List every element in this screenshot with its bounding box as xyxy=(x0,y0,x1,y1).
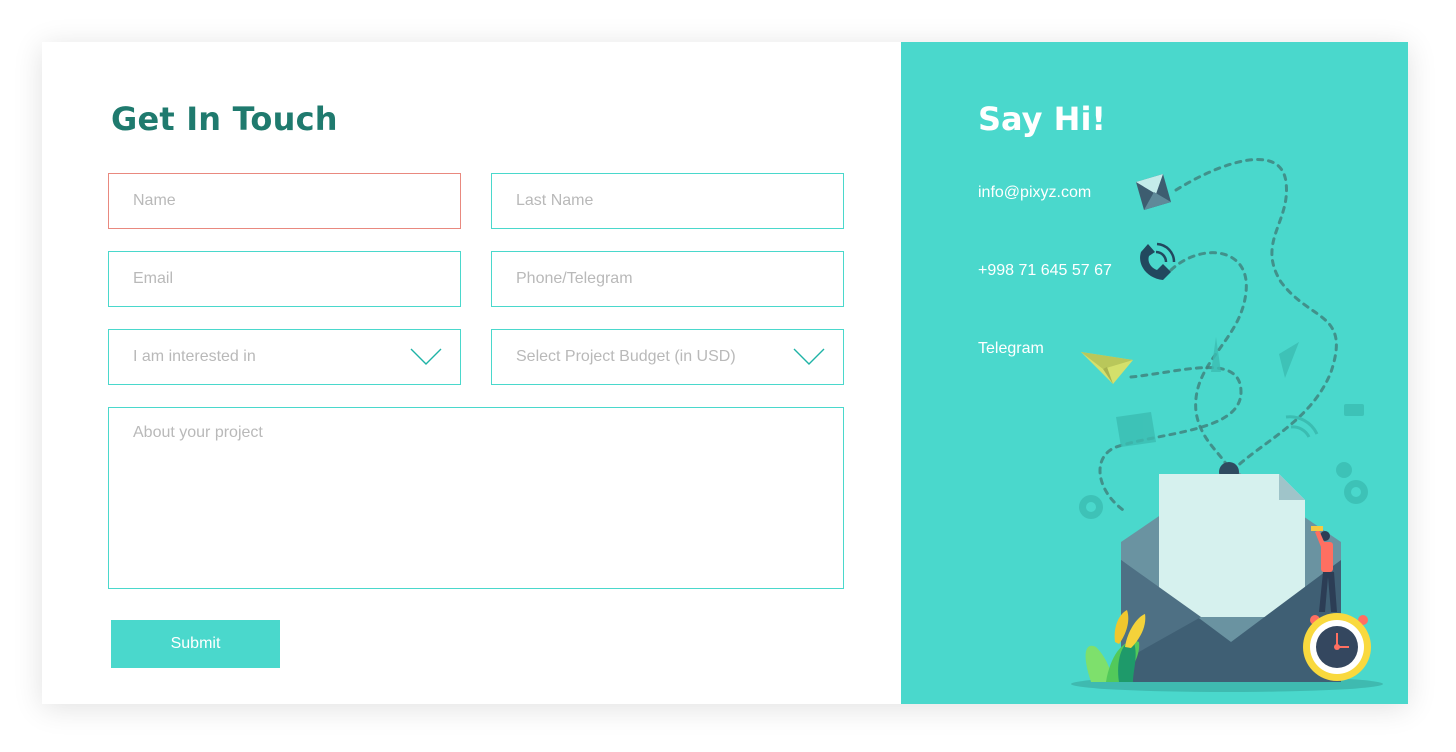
interest-select[interactable]: I am interested in xyxy=(108,329,461,385)
chevron-down-icon xyxy=(793,348,825,365)
contact-card: Get In Touch I am interested in Select P… xyxy=(42,42,1408,704)
say-hi-panel: Say Hi! info@pixyz.com +998 71 645 57 67… xyxy=(901,42,1408,704)
budget-select-label: Select Project Budget (in USD) xyxy=(516,348,736,365)
name-field-wrapper xyxy=(108,173,461,229)
last-name-field-wrapper xyxy=(491,173,844,229)
name-input[interactable] xyxy=(133,174,460,228)
email-field-wrapper xyxy=(108,251,461,307)
form-title: Get In Touch xyxy=(111,100,338,138)
submit-button[interactable]: Submit xyxy=(111,620,280,668)
email-input[interactable] xyxy=(133,252,460,306)
paper-plane-icon xyxy=(1081,352,1133,384)
last-name-input[interactable] xyxy=(516,174,843,228)
chevron-down-icon xyxy=(410,348,442,365)
about-project-textarea[interactable] xyxy=(133,424,819,572)
about-project-wrapper xyxy=(108,407,844,589)
phone-field-wrapper xyxy=(491,251,844,307)
budget-select[interactable]: Select Project Budget (in USD) xyxy=(491,329,844,385)
phone-icon xyxy=(1140,242,1176,280)
contact-form: Get In Touch I am interested in Select P… xyxy=(42,42,901,704)
interest-select-label: I am interested in xyxy=(133,348,256,365)
phone-input[interactable] xyxy=(516,252,843,306)
mail-illustration xyxy=(1071,158,1383,692)
mail-icon xyxy=(1136,174,1171,210)
clock-illustration xyxy=(1303,613,1371,681)
